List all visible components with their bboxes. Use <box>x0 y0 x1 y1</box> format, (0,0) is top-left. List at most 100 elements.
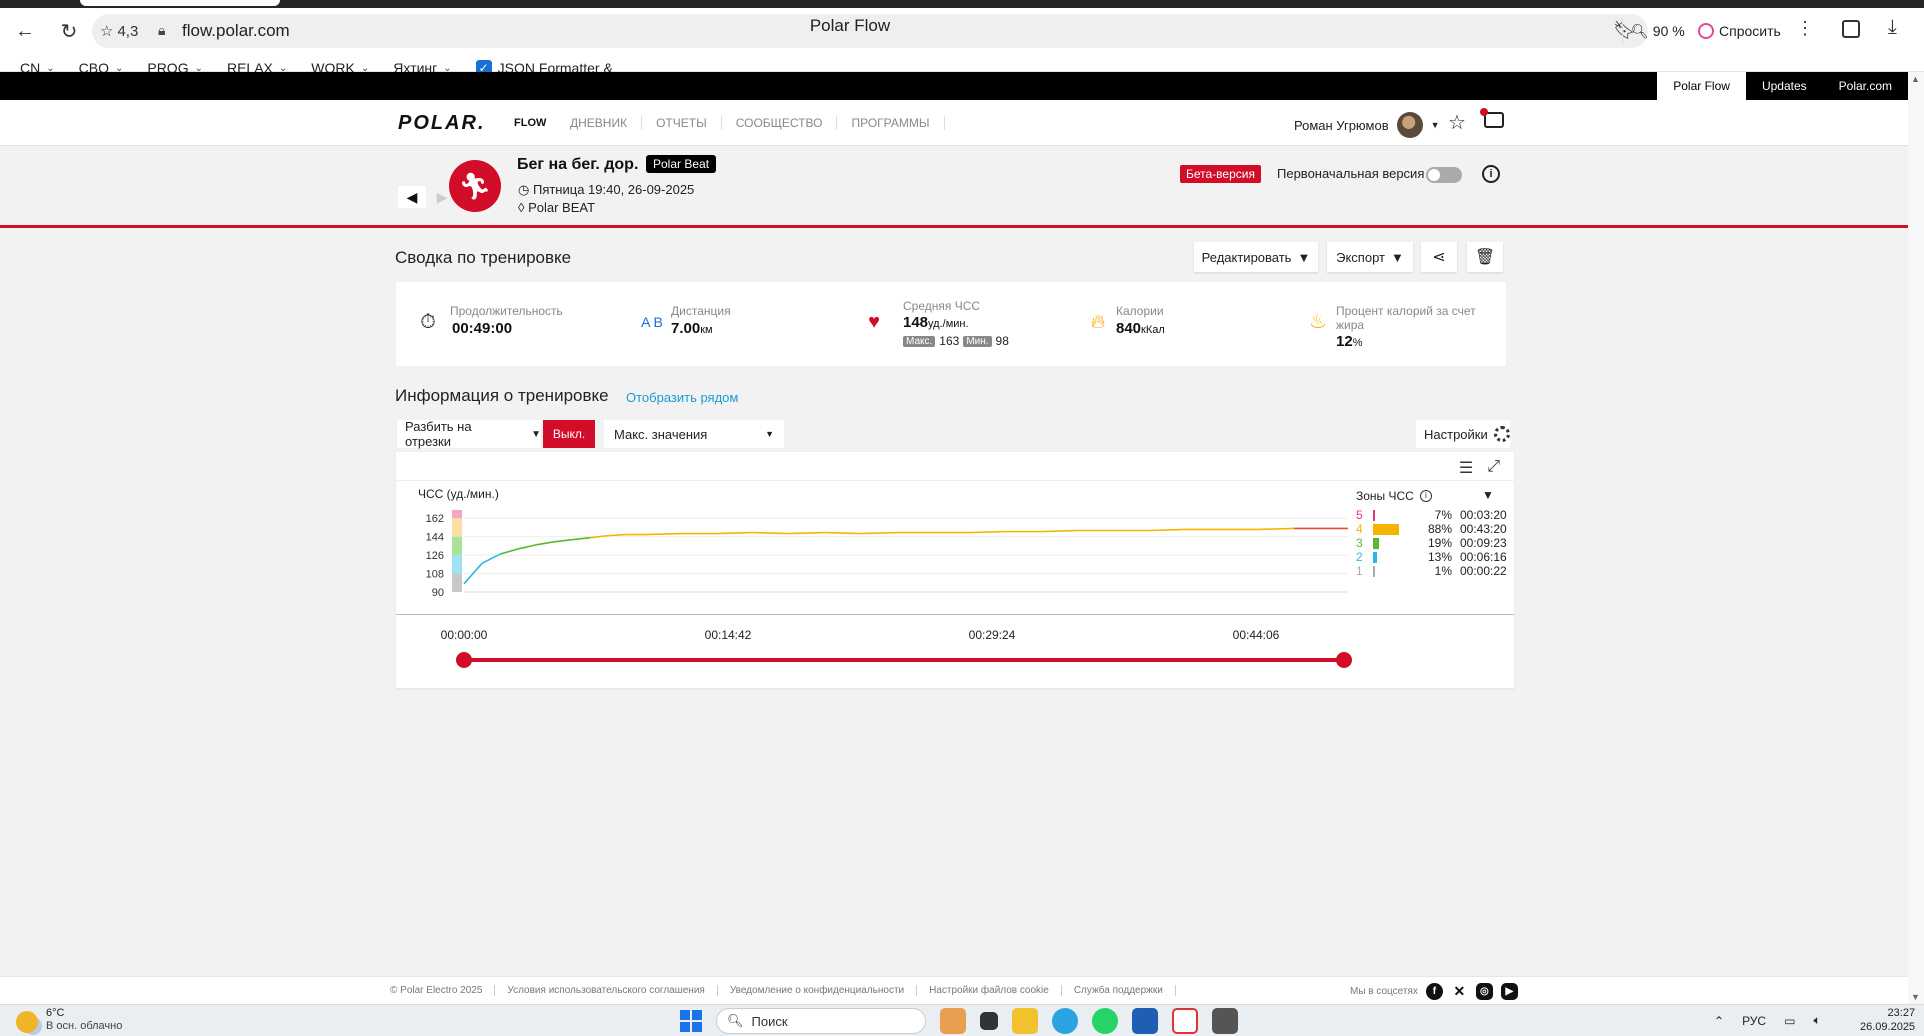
notifications-icon[interactable] <box>1480 108 1504 128</box>
scroll-up-icon[interactable]: ▲ <box>1911 74 1920 84</box>
user-name: Роман Угрюмов <box>1294 117 1389 133</box>
polar-logo[interactable]: POLAR. <box>398 112 486 135</box>
export-button[interactable]: Экспорт ▼ <box>1327 242 1413 272</box>
zone-number: 5 <box>1356 508 1363 522</box>
social-label: Мы в соцсетях <box>1350 986 1418 997</box>
nav-reports[interactable]: ОТЧЕТЫ <box>642 116 722 130</box>
range-track[interactable] <box>464 658 1344 662</box>
summary-stats: ⏱︎ Продолжительность 00:49:00 A B Дистан… <box>396 282 1506 366</box>
range-start-handle[interactable] <box>456 652 472 668</box>
task-view-icon[interactable] <box>980 1012 998 1030</box>
youtube-icon[interactable]: ▶ <box>1500 983 1518 1000</box>
system-clock[interactable]: 23:27 26.09.2025 <box>1860 1006 1915 1034</box>
zoom-button[interactable]: 🔍︎ 90 % <box>1622 18 1693 44</box>
hr-line-segment <box>590 534 609 539</box>
footer-terms[interactable]: Условия использовательского соглашения <box>495 985 718 996</box>
range-end-handle[interactable] <box>1336 652 1352 668</box>
zone-bar <box>1373 552 1377 563</box>
hr-line-segment <box>752 531 789 535</box>
topbar-updates[interactable]: Updates <box>1746 72 1823 100</box>
zones-collapse-icon[interactable]: ▼ <box>1482 488 1494 502</box>
facebook-icon[interactable]: f <box>1425 983 1443 1000</box>
more-menu-icon[interactable]: ⋮ <box>1796 18 1814 39</box>
footer-support[interactable]: Служба поддержки <box>1062 985 1176 996</box>
original-version-toggle[interactable] <box>1426 167 1462 183</box>
reload-icon[interactable]: ↻ <box>54 16 84 46</box>
x-icon[interactable]: ✕ <box>1451 983 1468 1000</box>
chart-settings-button[interactable]: Настройки <box>1416 420 1510 448</box>
footer-cookies[interactable]: Настройки файлов cookie <box>917 985 1062 996</box>
stat-avg-hr: ♥ Средняя ЧСС 148уд./мин. Макс. 163 Мин. 9… <box>862 282 1062 366</box>
hr-chart[interactable]: 90 108 126 144 162 <box>396 452 1514 614</box>
collections-icon[interactable] <box>1842 20 1860 38</box>
footer-privacy[interactable]: Уведомление о конфиденциальности <box>718 985 918 996</box>
nav-community[interactable]: СООБЩЕСТВО <box>722 116 838 130</box>
tray-chevron-up-icon[interactable]: ⌃ <box>1714 1014 1724 1028</box>
prev-session-button[interactable]: ◀ <box>398 186 426 208</box>
max-values-select[interactable]: Макс. значения ▼ <box>604 420 784 448</box>
info-icon[interactable]: i <box>1482 165 1500 183</box>
address-bar[interactable]: ☆ 4,3 🔒︎ flow.polar.com 🔖︎ <box>92 14 1648 48</box>
session-title: Бег на бег. дор. <box>517 156 639 173</box>
y-tick-label: 162 <box>426 513 444 525</box>
weather-widget[interactable]: 6°C В осн. облачно <box>16 1007 122 1033</box>
edit-button[interactable]: Редактировать ▼ <box>1194 242 1318 272</box>
zone-percent: 1% <box>1434 564 1452 578</box>
start-icon[interactable] <box>680 1010 702 1032</box>
split-dropdown[interactable]: Разбить на отрезки ▼ <box>397 419 541 449</box>
info-icon[interactable]: i <box>1419 490 1432 502</box>
scroll-down-icon[interactable]: ▼ <box>1911 992 1920 1002</box>
back-icon[interactable]: ← <box>10 16 40 46</box>
favorites-star-icon[interactable]: ☆ <box>1448 110 1466 135</box>
share-button[interactable]: ⋖ <box>1421 242 1457 272</box>
zone-number: 2 <box>1356 550 1363 564</box>
input-language[interactable]: РУС <box>1742 1014 1766 1028</box>
share-icon: ⋖ <box>1432 249 1446 266</box>
topbar-polar-flow[interactable]: Polar Flow <box>1657 72 1746 100</box>
url-text[interactable]: flow.polar.com <box>182 21 290 41</box>
widgets-icon[interactable] <box>940 1008 966 1034</box>
beta-badge: Бета-версия <box>1180 165 1261 183</box>
volume-icon[interactable]: 🔈︎ <box>1813 1013 1820 1028</box>
user-menu[interactable]: Роман Угрюмов ▼ <box>1294 112 1440 138</box>
device-icon: ◊ <box>518 200 525 215</box>
zone-time: 00:09:23 <box>1460 536 1507 550</box>
taskbar-search[interactable]: 🔍︎ Поиск <box>716 1008 926 1034</box>
tick-label: 00:44:06 <box>1232 628 1280 642</box>
site-rating[interactable]: ☆ 4,3 <box>100 22 138 41</box>
side-by-side-link[interactable]: Отобразить рядом <box>626 390 738 405</box>
whatsapp-icon[interactable] <box>1092 1008 1118 1034</box>
topbar-polar-com[interactable]: Polar.com <box>1823 72 1908 100</box>
zone-bar <box>1373 524 1399 535</box>
network-icon[interactable]: ▭ <box>1784 1014 1795 1028</box>
caret-down-icon: ▼ <box>1430 120 1440 130</box>
yandex-browser-icon[interactable] <box>1172 1008 1198 1034</box>
lock-icon[interactable]: 🔒︎ <box>158 22 165 39</box>
app-icon[interactable] <box>1132 1008 1158 1034</box>
stat-distance: A B Дистанция 7.00км <box>641 304 731 337</box>
timeline: 00:00:00 00:14:42 00:29:24 00:44:06 <box>396 614 1514 688</box>
active-tab[interactable] <box>80 0 280 6</box>
weather-cloudy-icon <box>16 1011 38 1033</box>
session-date: ◷ Пятница 19:40, 26-09-2025 <box>518 182 695 197</box>
telegram-icon[interactable] <box>1052 1008 1078 1034</box>
zone-number: 3 <box>1356 536 1363 550</box>
flame-icon: 🔥︎ <box>1090 311 1106 333</box>
gear-icon <box>1493 426 1510 442</box>
delete-button[interactable]: 🗑︎ <box>1467 242 1503 272</box>
nav-diary[interactable]: ДНЕВНИК <box>560 116 643 130</box>
file-explorer-icon[interactable] <box>1012 1008 1038 1034</box>
nav-programs[interactable]: ПРОГРАММЫ <box>837 116 945 130</box>
y-tick-label: 90 <box>432 587 444 599</box>
session-header: ◀ ▶ 🏃︎ Бег на бег. дор. Polar Beat ◷ Пят… <box>0 146 1908 228</box>
summary-title: Сводка по тренировке <box>395 248 572 267</box>
calculator-icon[interactable] <box>1212 1008 1238 1034</box>
instagram-icon[interactable]: ◎ <box>1475 983 1493 1000</box>
hr-line-segment <box>860 531 898 535</box>
hr-line-segment <box>1149 528 1186 532</box>
split-off-button[interactable]: Выкл. <box>543 420 595 448</box>
y-tick-label: 108 <box>426 569 444 581</box>
scrollbar[interactable]: ▲ ▼ <box>1908 72 1924 1004</box>
download-icon[interactable]: ⤓ <box>1888 16 1897 39</box>
ask-ai-button[interactable]: Спросить <box>1690 18 1789 44</box>
